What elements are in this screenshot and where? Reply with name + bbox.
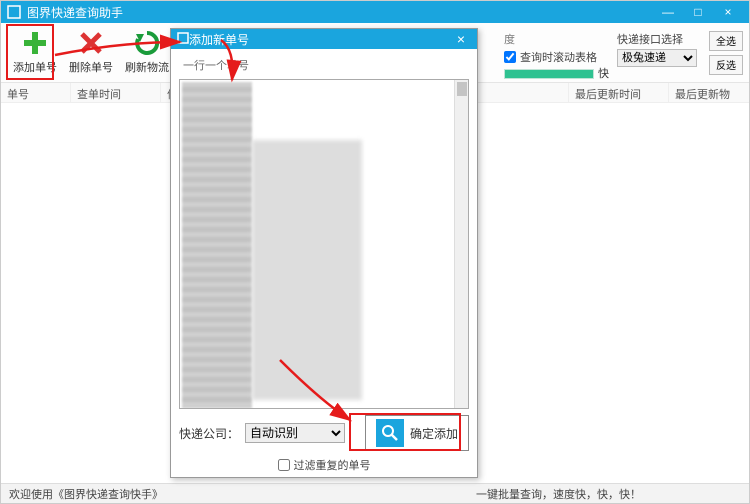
dialog-title-bar: 添加新单号 × [171, 29, 477, 49]
dialog-icon [177, 32, 189, 47]
progress-bar [504, 69, 594, 79]
plus-icon [22, 30, 48, 56]
add-number-dialog: 添加新单号 × 一行一个单号 快递公司： 自动识别 确定添加 过滤重复的 [170, 28, 478, 478]
close-button[interactable]: × [713, 3, 743, 21]
status-left: 欢迎使用《图界快递查询快手》 [9, 486, 163, 502]
interface-select-area: 快递接口选择 极兔速递 [617, 31, 697, 67]
dedupe-checkbox[interactable] [278, 459, 290, 471]
search-icon [376, 419, 404, 447]
dialog-hint: 一行一个单号 [183, 57, 469, 73]
dialog-title: 添加新单号 [189, 31, 249, 48]
app-title: 图界快递查询助手 [27, 4, 123, 21]
status-bar: 欢迎使用《图界快递查询快手》 一键批量查询，速度快，快，快！ [1, 483, 749, 503]
x-icon [78, 30, 104, 56]
company-select[interactable]: 自动识别 [245, 423, 345, 443]
company-label: 快递公司： [179, 425, 239, 442]
confirm-add-button[interactable]: 确定添加 [365, 415, 469, 451]
dedupe-label: 过滤重复的单号 [294, 457, 371, 473]
vertical-scrollbar[interactable] [454, 80, 468, 408]
refresh-icon [134, 30, 160, 56]
select-all-button[interactable]: 全选 [709, 31, 743, 51]
col-query-time: 查单时间 [71, 83, 161, 102]
invert-selection-button[interactable]: 反选 [709, 55, 743, 75]
blurred-text [182, 82, 252, 408]
col-number: 单号 [1, 83, 71, 102]
interface-select[interactable]: 极兔速递 [617, 49, 697, 67]
delete-number-button[interactable]: 删除单号 [63, 25, 119, 81]
minimize-button[interactable]: — [653, 3, 683, 21]
blurred-area [252, 140, 362, 400]
progress-area: 度 查询时滚动表格 快 [504, 31, 609, 81]
maximize-button[interactable]: □ [683, 3, 713, 21]
main-title-bar: 图界快递查询助手 — □ × [1, 1, 749, 23]
dialog-close-button[interactable]: × [451, 29, 471, 49]
numbers-textarea[interactable] [179, 79, 469, 409]
refresh-button[interactable]: 刷新物流 [119, 25, 175, 81]
col-last-update-status: 最后更新物 [669, 83, 749, 102]
col-last-update-time: 最后更新时间 [569, 83, 669, 102]
status-right: 一键批量查询，速度快，快，快！ [476, 486, 641, 502]
app-icon [7, 5, 21, 19]
add-number-button[interactable]: 添加单号 [7, 25, 63, 81]
scroll-table-checkbox[interactable] [504, 51, 516, 63]
